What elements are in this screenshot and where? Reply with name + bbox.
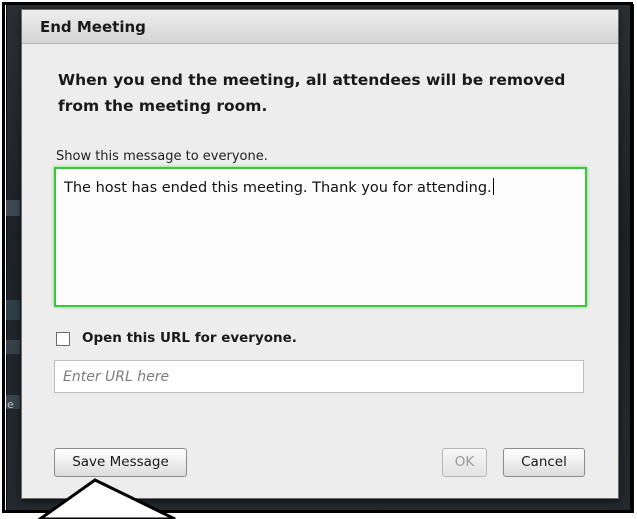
background-panel [6,340,20,354]
callout-pointer-icon [37,478,176,519]
dialog-titlebar[interactable]: End Meeting [22,10,618,44]
text-caret [492,178,494,195]
dialog-title: End Meeting [40,18,146,36]
url-input[interactable] [54,360,584,393]
end-meeting-warning: When you end the meeting, all attendees … [58,71,566,115]
background-text: e [7,398,14,411]
background-panel [6,200,20,216]
message-textarea[interactable]: The host has ended this meeting. Thank y… [54,167,587,307]
open-url-checkbox[interactable] [56,332,70,346]
open-url-label[interactable]: Open this URL for everyone. [82,330,297,346]
end-meeting-dialog: End Meeting When you end the meeting, al… [21,9,619,499]
message-label: Show this message to everyone. [56,149,268,164]
message-text: The host has ended this meeting. Thank y… [64,180,492,196]
background-panel [6,300,20,320]
